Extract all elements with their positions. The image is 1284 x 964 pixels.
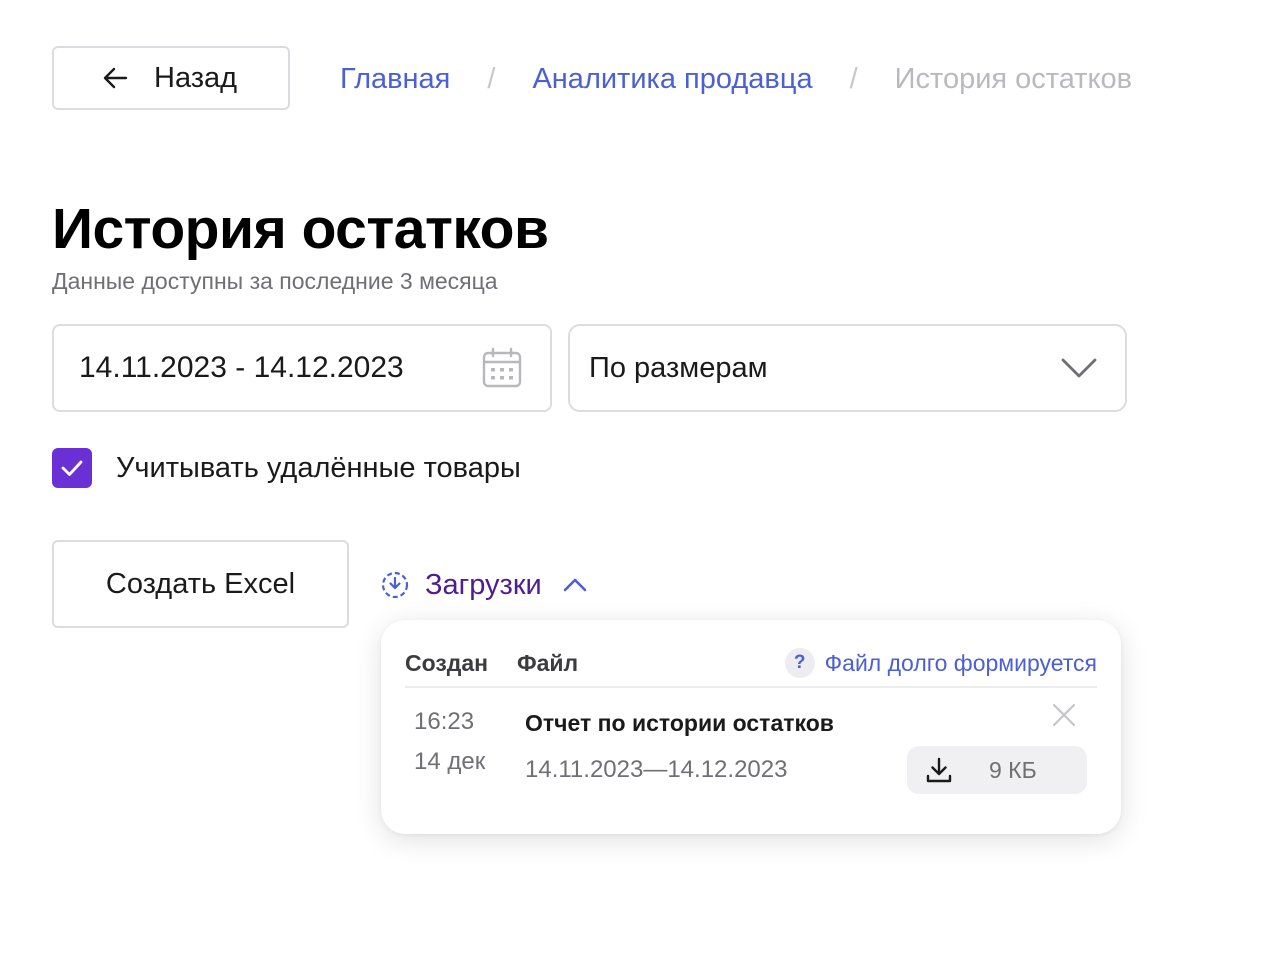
slow-file-help-link[interactable]: ? Файл долго формируется: [784, 648, 1097, 678]
downloads-panel: Создан Файл ? Файл долго формируется 16:…: [381, 620, 1121, 834]
create-excel-label: Создать Excel: [105, 567, 296, 600]
create-excel-button[interactable]: Создать Excel: [52, 540, 349, 628]
downloads-toggle[interactable]: Загрузки: [380, 562, 590, 608]
chevron-down-icon: [1059, 348, 1099, 388]
breadcrumb-home-link[interactable]: Главная: [340, 63, 450, 96]
grouping-select-value: По размерам: [589, 351, 768, 384]
file-size: 9 КБ: [989, 756, 1037, 783]
include-deleted-checkbox[interactable]: [52, 448, 92, 488]
include-deleted-label: Учитывать удалённые товары: [116, 451, 521, 484]
slow-file-link-label: Файл долго формируется: [824, 649, 1097, 676]
include-deleted-checkbox-row[interactable]: Учитывать удалённые товары: [52, 448, 521, 488]
row-file-range: 14.11.2023—14.12.2023: [525, 756, 788, 783]
download-circle-icon: [380, 570, 410, 600]
downloads-label: Загрузки: [425, 568, 542, 601]
breadcrumb-analytics-link[interactable]: Аналитика продавца: [532, 63, 812, 96]
breadcrumb-separator: /: [849, 62, 858, 95]
row-created-date: 14 дек: [414, 748, 486, 775]
download-icon: [924, 755, 954, 785]
back-button[interactable]: Назад: [52, 46, 290, 110]
row-created-time: 16:23: [414, 708, 475, 735]
date-range-field[interactable]: 14.11.2023 - 14.12.2023: [52, 324, 552, 412]
calendar-icon[interactable]: [480, 346, 524, 390]
row-file-name: Отчет по истории остатков: [525, 710, 834, 736]
column-header-file: Файл: [517, 649, 579, 676]
page-subtitle: Данные доступны за последние 3 месяца: [52, 268, 498, 294]
grouping-select[interactable]: По размерам: [568, 324, 1127, 412]
breadcrumb: Главная / Аналитика продавца / История о…: [340, 56, 1132, 102]
question-icon: ?: [784, 648, 815, 678]
file-download-button[interactable]: 9 КБ: [907, 746, 1087, 794]
breadcrumb-current: История остатков: [894, 62, 1133, 95]
date-range-value: 14.11.2023 - 14.12.2023: [79, 351, 404, 384]
chevron-up-icon: [560, 570, 590, 600]
breadcrumb-separator: /: [487, 62, 496, 95]
close-icon[interactable]: [1049, 700, 1079, 730]
arrow-left-icon: [100, 62, 132, 94]
back-button-label: Назад: [154, 61, 238, 94]
column-header-created: Создан: [405, 649, 489, 676]
page-title: История остатков: [52, 197, 549, 261]
downloads-table-header: Создан Файл ? Файл долго формируется: [405, 640, 1097, 688]
